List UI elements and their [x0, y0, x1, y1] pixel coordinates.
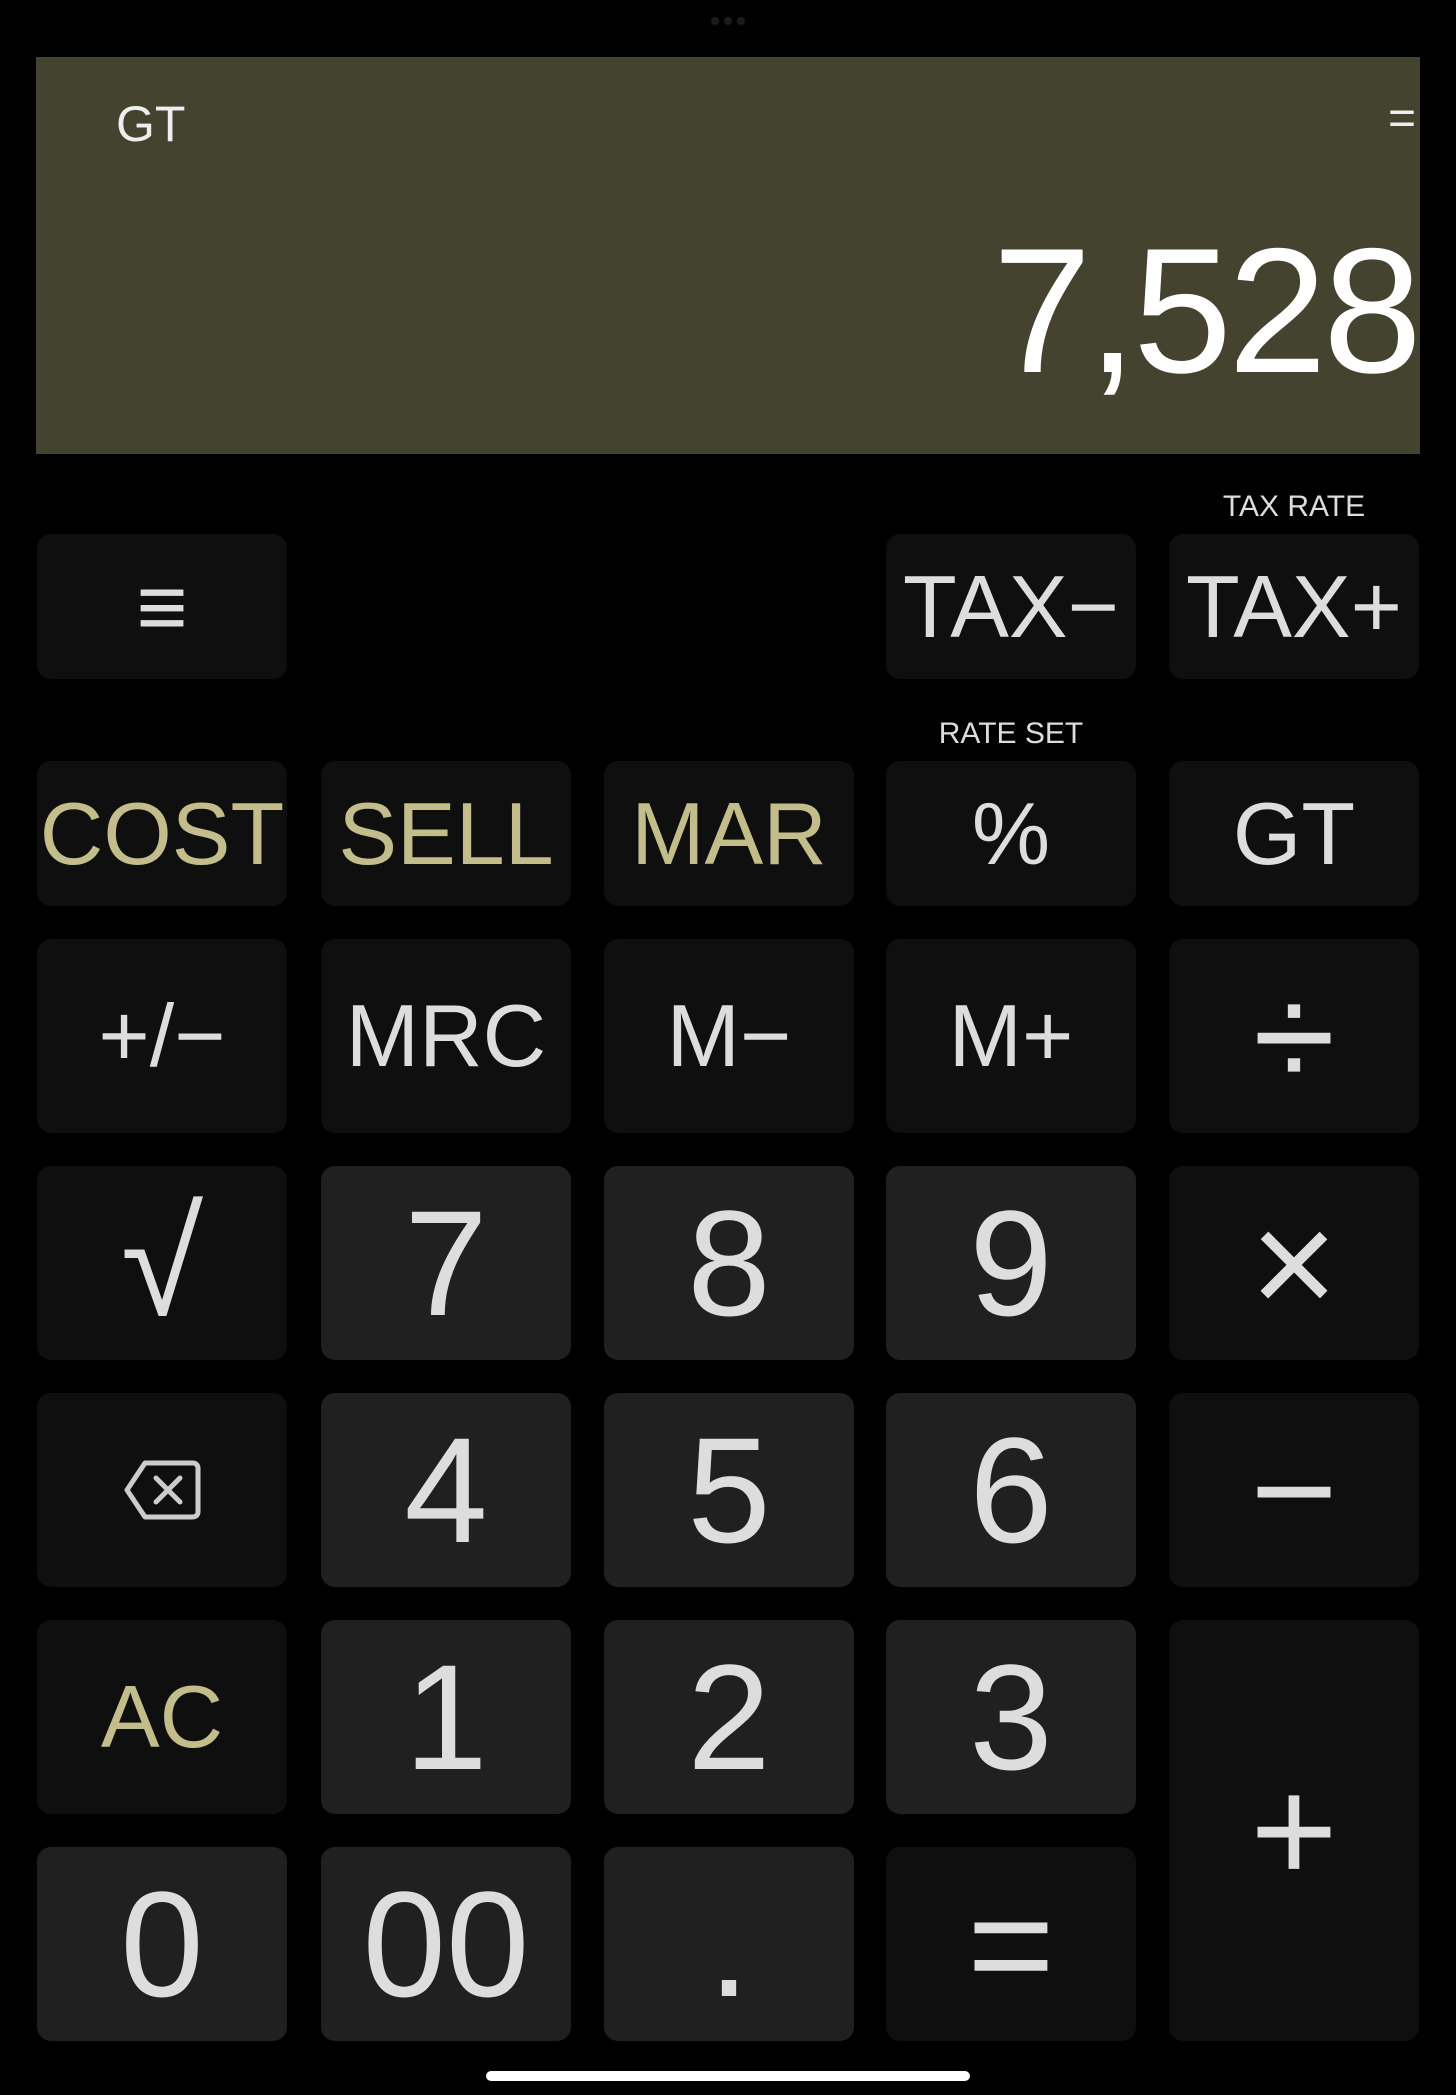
digit-2-button[interactable]: 2: [604, 1620, 854, 1814]
digit-3-button[interactable]: 3: [886, 1620, 1136, 1814]
equals-button[interactable]: =: [886, 1847, 1136, 2041]
tax-rate-label: TAX RATE: [1222, 490, 1366, 523]
digit-5-button[interactable]: 5: [604, 1393, 854, 1587]
digit-4-button[interactable]: 4: [321, 1393, 571, 1587]
digit-1-button[interactable]: 1: [321, 1620, 571, 1814]
digit-7-button[interactable]: 7: [321, 1166, 571, 1360]
memory-recall-button[interactable]: MRC: [321, 939, 571, 1133]
equals-indicator: =: [1387, 92, 1416, 145]
sign-toggle-button[interactable]: +/−: [37, 939, 287, 1133]
divide-button[interactable]: ÷: [1169, 939, 1419, 1133]
margin-button[interactable]: MAR: [604, 761, 854, 906]
digit-9-button[interactable]: 9: [886, 1166, 1136, 1360]
all-clear-button[interactable]: AC: [37, 1620, 287, 1814]
plus-button[interactable]: +: [1169, 1620, 1419, 2041]
cost-button[interactable]: COST: [37, 761, 287, 906]
display-value: 7,528: [992, 211, 1422, 410]
multitasking-dots[interactable]: [708, 17, 748, 25]
menu-button[interactable]: ≡: [37, 534, 287, 679]
double-zero-button[interactable]: 00: [321, 1847, 571, 2041]
percent-button[interactable]: %: [886, 761, 1136, 906]
digit-8-button[interactable]: 8: [604, 1166, 854, 1360]
minus-button[interactable]: −: [1169, 1393, 1419, 1587]
gt-indicator: GT: [116, 96, 186, 152]
digit-0-button[interactable]: 0: [37, 1847, 287, 2041]
calculator-display: GT = 7,528: [36, 57, 1422, 454]
menu-icon: ≡: [136, 556, 188, 656]
tax-plus-button[interactable]: TAX+: [1169, 534, 1419, 679]
digit-6-button[interactable]: 6: [886, 1393, 1136, 1587]
decimal-button[interactable]: .: [604, 1847, 854, 2041]
tax-minus-button[interactable]: TAX−: [886, 534, 1136, 679]
sell-button[interactable]: SELL: [321, 761, 571, 906]
backspace-button[interactable]: [37, 1393, 287, 1587]
rate-set-label: RATE SET: [938, 717, 1084, 750]
grand-total-button[interactable]: GT: [1169, 761, 1419, 906]
memory-minus-button[interactable]: M−: [604, 939, 854, 1133]
home-indicator[interactable]: [486, 2071, 970, 2081]
square-root-button[interactable]: √: [37, 1166, 287, 1360]
memory-plus-button[interactable]: M+: [886, 939, 1136, 1133]
multiply-button[interactable]: ×: [1169, 1166, 1419, 1360]
backspace-icon: [124, 1460, 201, 1520]
